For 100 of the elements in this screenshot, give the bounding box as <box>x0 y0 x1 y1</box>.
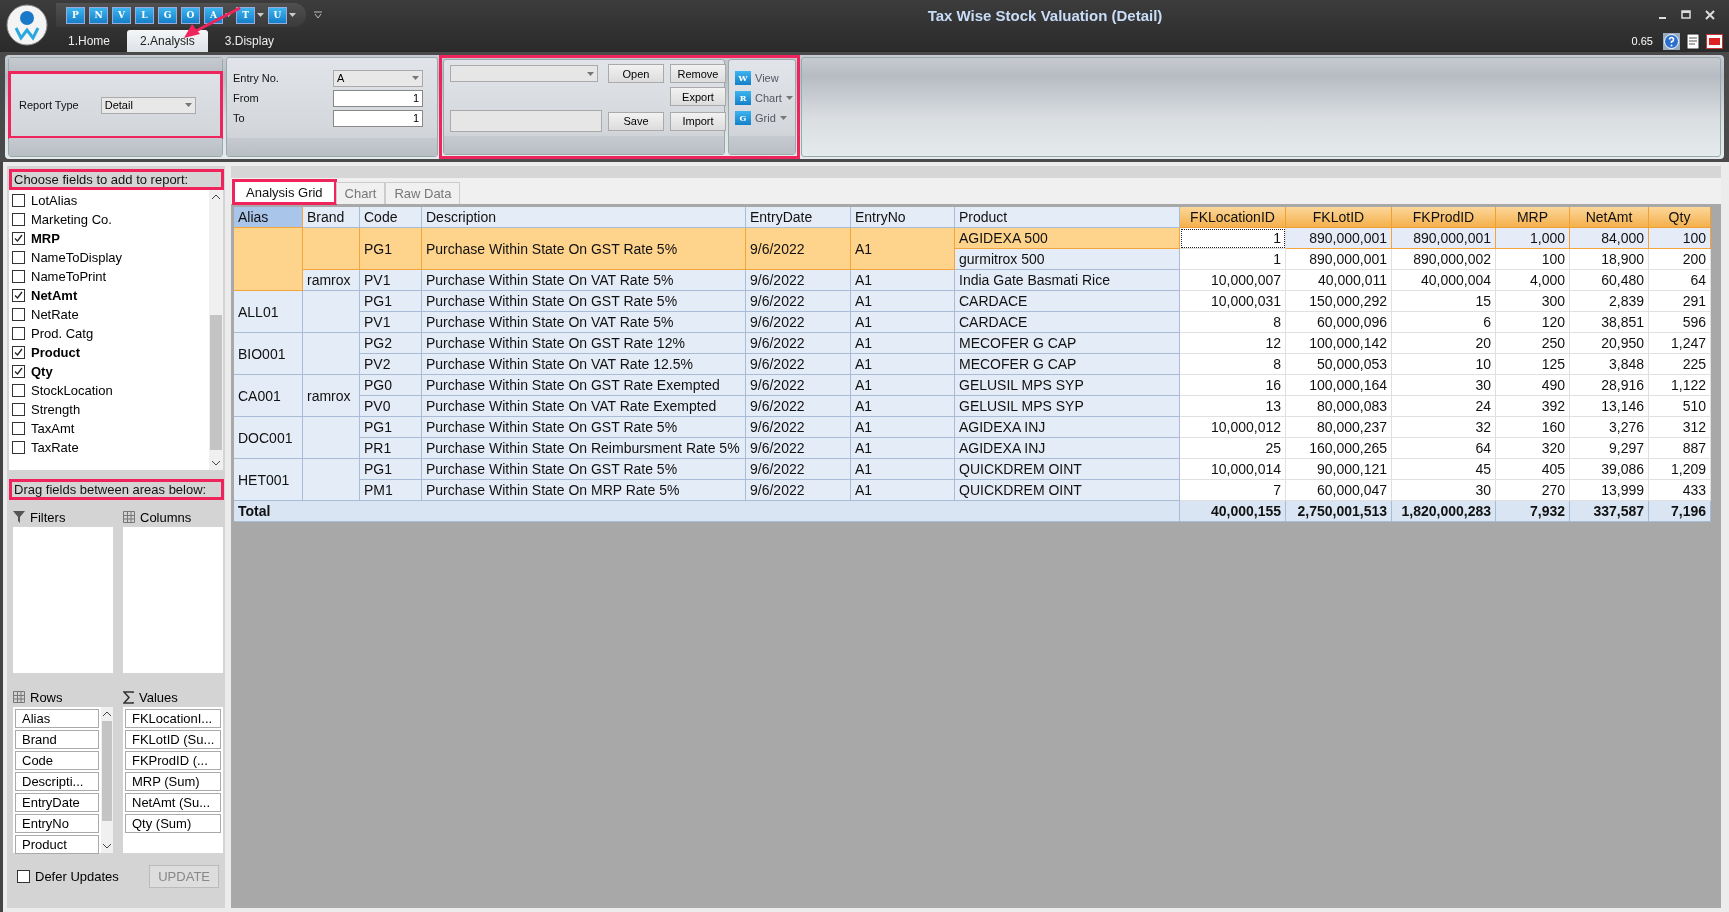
import-button[interactable]: Import <box>670 111 726 131</box>
table-cell: 160,000,265 <box>1286 438 1392 459</box>
document-icon[interactable] <box>1686 32 1700 50</box>
table-cell: 3,276 <box>1570 417 1649 438</box>
rows-area[interactable]: Alias Brand Code Descripti... EntryDate EntryNo Product <box>13 707 113 853</box>
checkbox[interactable] <box>12 213 25 226</box>
checkbox[interactable] <box>12 251 25 264</box>
column-header[interactable]: FKLotID <box>1286 207 1392 228</box>
area-item[interactable]: Brand <box>15 730 99 749</box>
field-item[interactable]: Product <box>9 343 209 362</box>
exit-icon[interactable] <box>1706 33 1723 49</box>
table-cell: 50,000,053 <box>1286 354 1392 375</box>
area-item[interactable]: EntryNo <box>15 814 99 833</box>
column-header[interactable]: Alias <box>234 207 303 228</box>
field-item[interactable]: NetAmt <box>9 286 209 305</box>
checkbox[interactable] <box>12 327 25 340</box>
area-item[interactable]: Code <box>15 751 99 770</box>
scroll-down-icon[interactable] <box>212 461 220 466</box>
open-button[interactable]: Open <box>608 64 664 83</box>
help-icon[interactable] <box>1663 32 1680 50</box>
checkbox[interactable] <box>12 422 25 435</box>
customize-icon[interactable] <box>314 11 322 19</box>
checkbox[interactable] <box>12 308 25 321</box>
column-header[interactable]: Qty <box>1649 207 1711 228</box>
field-item[interactable]: TaxRate <box>9 438 209 457</box>
field-item[interactable]: NameToDisplay <box>9 248 209 267</box>
input-field[interactable]: 1 <box>333 109 423 127</box>
view-tab[interactable]: Raw Data <box>385 182 461 204</box>
column-header[interactable]: FKLocationID <box>1180 207 1286 228</box>
logo-icon[interactable] <box>6 4 48 46</box>
area-item[interactable]: Product <box>15 835 99 854</box>
field-item[interactable]: Qty <box>9 362 209 381</box>
row-header-cell: Purchase Within State On Reimbursment Rate 5% <box>422 438 746 459</box>
area-item[interactable]: MRP (Sum) <box>125 772 221 791</box>
column-header[interactable]: NetAmt <box>1570 207 1649 228</box>
table-cell: 7 <box>1180 480 1286 501</box>
remove-button[interactable]: Remove <box>670 64 726 83</box>
field-item[interactable]: Prod. Catg <box>9 324 209 343</box>
save-button[interactable]: Save <box>608 111 664 131</box>
row-header-cell: 9/6/2022 <box>746 480 851 501</box>
column-header[interactable]: Brand <box>303 207 360 228</box>
checkbox[interactable] <box>12 403 25 416</box>
area-item[interactable]: FKProdID (... <box>125 751 221 770</box>
export-button[interactable]: Export <box>670 87 726 106</box>
column-header[interactable]: Product <box>955 207 1180 228</box>
table-cell: 890,000,001 <box>1392 228 1496 249</box>
checkbox[interactable] <box>12 232 25 245</box>
field-item[interactable]: TaxAmt <box>9 419 209 438</box>
area-item[interactable]: FKLocationI... <box>125 709 221 728</box>
area-item[interactable]: Qty (Sum) <box>125 814 221 833</box>
area-item[interactable]: Descripti... <box>15 772 99 791</box>
column-header[interactable]: Description <box>422 207 746 228</box>
area-label: Columns <box>140 509 192 525</box>
scrollbar[interactable] <box>101 707 113 853</box>
checkbox[interactable] <box>12 194 25 207</box>
field-item[interactable]: Marketing Co. <box>9 210 209 229</box>
area-item[interactable]: EntryDate <box>15 793 99 812</box>
input-field[interactable] <box>450 110 602 132</box>
view-tab[interactable]: Analysis Grid <box>233 180 336 204</box>
defer-updates-checkbox[interactable]: Defer Updates <box>17 869 119 884</box>
table-cell: 10 <box>1392 354 1496 375</box>
ribbon-tab[interactable]: 1.Home <box>55 30 124 52</box>
checkbox[interactable] <box>12 441 25 454</box>
view-button[interactable]: G Grid <box>735 111 787 125</box>
checkbox[interactable] <box>12 270 25 283</box>
row-header-cell: Purchase Within State On MRP Rate 5% <box>422 480 746 501</box>
maximize-icon[interactable] <box>1681 10 1691 19</box>
entry-dropdown[interactable]: A <box>333 69 423 87</box>
area-item[interactable]: NetAmt (Su... <box>125 793 221 812</box>
field-item[interactable]: Strength <box>9 400 209 419</box>
values-area[interactable]: FKLocationI... FKLotID (Su... FKProdID (... MRP (Sum) NetAmt (Su... Qty (Sum) <box>123 707 223 853</box>
view-tab[interactable]: Chart <box>335 182 386 204</box>
column-header[interactable]: MRP <box>1496 207 1570 228</box>
field-item[interactable]: StockLocation <box>9 381 209 400</box>
checkbox[interactable] <box>12 365 25 378</box>
checkbox[interactable] <box>12 289 25 302</box>
report-type-dropdown[interactable]: Detail <box>100 96 196 114</box>
input-field[interactable]: 1 <box>333 89 423 107</box>
scroll-down-icon[interactable] <box>103 844 111 849</box>
checkbox[interactable] <box>17 870 30 883</box>
column-header[interactable]: EntryDate <box>746 207 851 228</box>
field-item[interactable]: MRP <box>9 229 209 248</box>
column-header[interactable]: FKProdID <box>1392 207 1496 228</box>
area-item[interactable]: Alias <box>15 709 99 728</box>
column-header[interactable]: Code <box>360 207 422 228</box>
field-item[interactable]: NameToPrint <box>9 267 209 286</box>
checkbox[interactable] <box>12 384 25 397</box>
area-item[interactable]: FKLotID (Su... <box>125 730 221 749</box>
scroll-up-icon[interactable] <box>103 711 111 716</box>
checkbox[interactable] <box>12 346 25 359</box>
column-header[interactable]: EntryNo <box>851 207 955 228</box>
close-icon[interactable] <box>1705 10 1715 20</box>
view-button[interactable]: R Chart <box>735 91 793 105</box>
ribbon-tab[interactable]: 3.Display <box>211 30 288 52</box>
scrollbar[interactable] <box>209 190 223 470</box>
scroll-up-icon[interactable] <box>212 194 220 199</box>
field-item[interactable]: LotAlias <box>9 191 209 210</box>
ribbon-tab[interactable]: 2.Analysis <box>127 30 208 52</box>
view-button[interactable]: W View <box>735 71 779 85</box>
field-item[interactable]: NetRate <box>9 305 209 324</box>
